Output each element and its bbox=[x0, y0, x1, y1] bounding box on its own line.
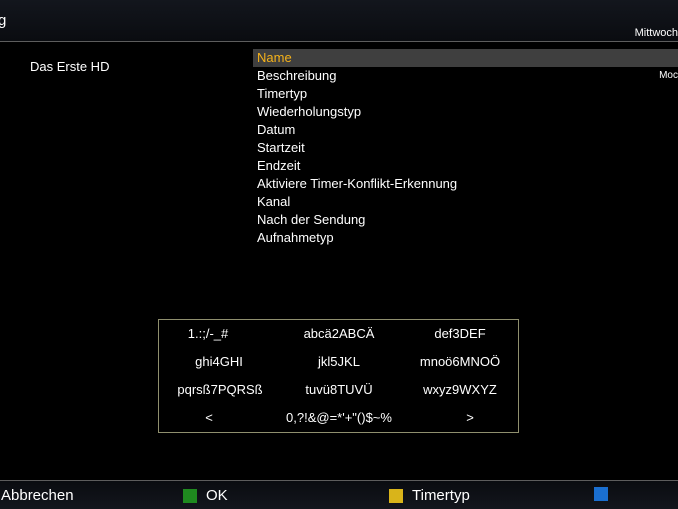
key-ghi[interactable]: ghi4GHI bbox=[161, 354, 277, 369]
key-abc[interactable]: abcä2ABCÄ bbox=[281, 326, 397, 341]
yellow-key-icon bbox=[389, 488, 403, 503]
yellow-button-timer-type[interactable]: Timertyp bbox=[389, 487, 470, 504]
green-button-label: OK bbox=[206, 487, 228, 504]
menu-item-start-time[interactable]: Startzeit bbox=[253, 139, 678, 157]
menu-item-channel[interactable]: Kanal bbox=[253, 193, 678, 211]
menu-item-end-time[interactable]: Endzeit bbox=[253, 157, 678, 175]
header-divider bbox=[0, 41, 678, 42]
blue-key-icon bbox=[594, 487, 608, 501]
menu-item-name[interactable]: Name bbox=[253, 49, 678, 67]
red-button-label: Abbrechen bbox=[1, 487, 74, 504]
key-tuv[interactable]: tuvü8TUVÜ bbox=[281, 382, 397, 397]
key-symbols[interactable]: 1.:;/-_# bbox=[150, 326, 266, 341]
menu-item-recording-type[interactable]: Aufnahmetyp bbox=[253, 229, 678, 247]
text-input-keyboard: 1.:;/-_# abcä2ABCÄ def3DEF ghi4GHI jkl5J… bbox=[158, 319, 519, 433]
menu-item-repeat-type[interactable]: Wiederholungstyp bbox=[253, 103, 678, 121]
key-cursor-right[interactable]: > bbox=[412, 410, 528, 425]
key-cursor-left[interactable]: < bbox=[151, 410, 267, 425]
description-value: Moc bbox=[659, 70, 678, 81]
menu-item-description[interactable]: Beschreibung bbox=[253, 67, 678, 85]
header-bar: g Mittwoch bbox=[0, 0, 678, 41]
green-button-ok[interactable]: OK bbox=[183, 487, 228, 504]
blue-button[interactable] bbox=[594, 487, 617, 501]
menu-item-conflict-detection[interactable]: Aktiviere Timer-Konflikt-Erkennung bbox=[253, 175, 678, 193]
menu-item-timer-type[interactable]: Timertyp bbox=[253, 85, 678, 103]
timer-settings-menu: Name Beschreibung Timertyp Wiederholungs… bbox=[253, 49, 678, 247]
key-pqrs[interactable]: pqrsß7PQRSß bbox=[162, 382, 278, 397]
yellow-button-label: Timertyp bbox=[412, 487, 470, 504]
key-mno[interactable]: mnoö6MNOÖ bbox=[402, 354, 518, 369]
menu-item-after-event[interactable]: Nach der Sendung bbox=[253, 211, 678, 229]
key-zero-punctuation[interactable]: 0,?!&@=*'+"()$~% bbox=[281, 410, 397, 425]
header-clock: Mittwoch bbox=[634, 27, 678, 39]
key-def[interactable]: def3DEF bbox=[402, 326, 518, 341]
timer-edit-screen: g Mittwoch Das Erste HD Name Beschreibun… bbox=[0, 0, 678, 509]
red-button-cancel[interactable]: Abbrechen bbox=[1, 487, 74, 504]
footer-bar: Abbrechen OK Timertyp bbox=[0, 481, 678, 509]
key-jkl[interactable]: jkl5JKL bbox=[281, 354, 397, 369]
menu-item-date[interactable]: Datum bbox=[253, 121, 678, 139]
key-wxyz[interactable]: wxyz9WXYZ bbox=[402, 382, 518, 397]
green-key-icon bbox=[183, 488, 197, 503]
header-title: g bbox=[0, 12, 7, 29]
service-name: Das Erste HD bbox=[30, 59, 110, 74]
